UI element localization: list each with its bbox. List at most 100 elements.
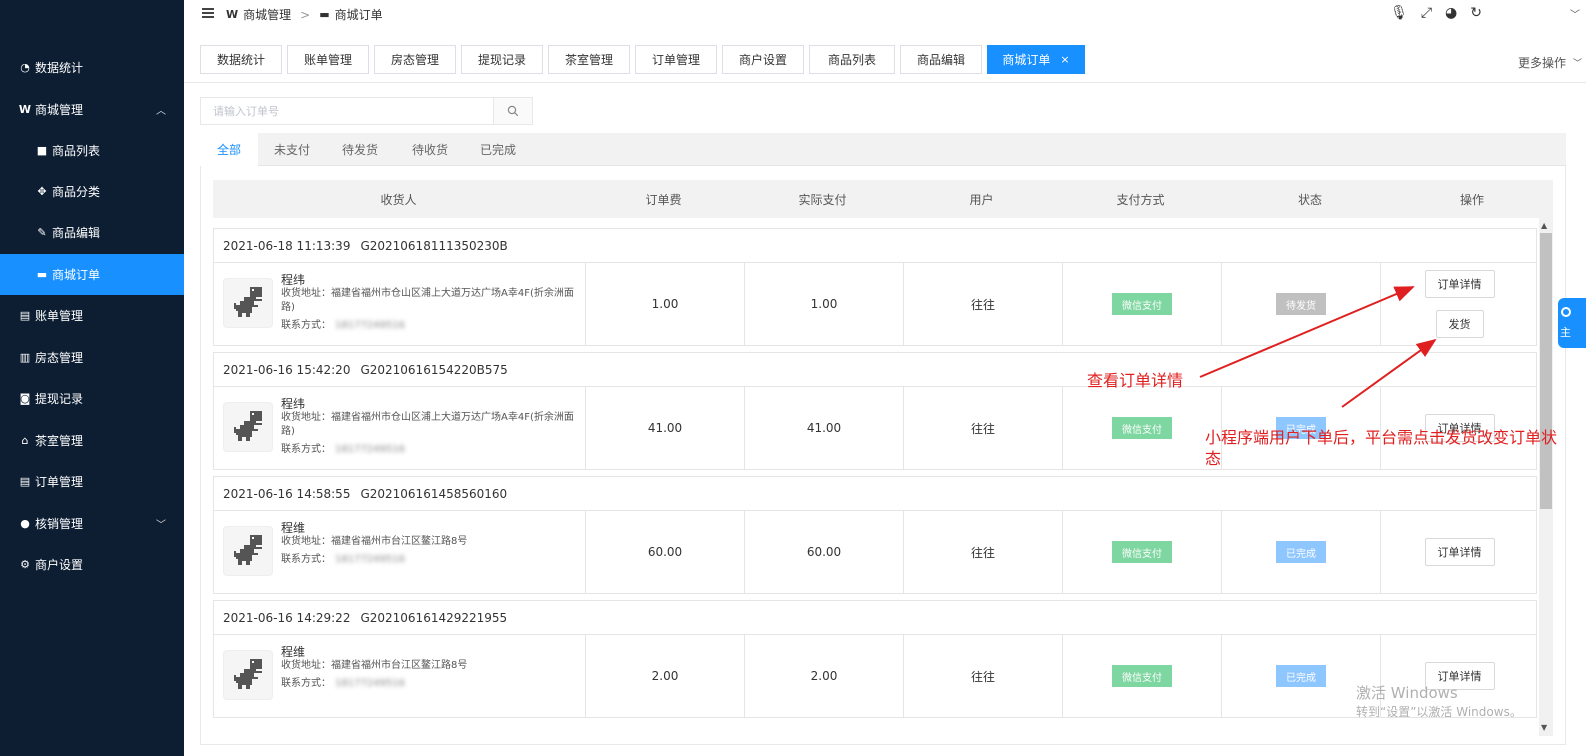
order-number: G202106161458560160 <box>360 486 508 501</box>
theme-palette-icon[interactable]: ◕ <box>1445 5 1457 21</box>
order-fee: 41.00 <box>585 387 744 469</box>
tab-room-status[interactable]: 房态管理 <box>374 45 456 74</box>
sidebar-item-mall-orders[interactable]: ▬ 商城订单 <box>0 254 184 295</box>
sidebar-item-bills[interactable]: ▤ 账单管理 <box>0 295 184 336</box>
tab-product-edit[interactable]: 商品编辑 <box>900 45 982 74</box>
sidebar-item-mall[interactable]: W 商城管理 ︿ <box>0 89 184 130</box>
table-header: 收货人 订单费 实际支付 用户 支付方式 状态 操作 <box>213 180 1553 218</box>
breadcrumb-separator: > <box>300 7 311 22</box>
shop-icon: W <box>18 103 32 116</box>
order-fee: 2.00 <box>585 635 744 717</box>
tab-withdrawals[interactable]: 提现记录 <box>461 45 543 74</box>
order-details-button[interactable]: 订单详情 <box>1424 270 1495 298</box>
tab-stats[interactable]: 数据统计 <box>200 45 282 74</box>
tab-orders[interactable]: 订单管理 <box>635 45 717 74</box>
tab-tearoom[interactable]: 茶室管理 <box>548 45 630 74</box>
status-tabs: 全部 未支付 待发货 待收货 已完成 <box>200 133 1566 166</box>
receiver-phone: 联系方式： 18177249516 <box>281 444 405 455</box>
receiver-info: 程维 收货地址：福建省福州市台江区鳌江路8号 联系方式： 18177249516 <box>281 521 581 567</box>
status-cell: 已完成 <box>1221 511 1380 593</box>
col-receiver: 收货人 <box>380 192 417 207</box>
order-datetime: 2021-06-16 14:58:55 <box>223 486 351 501</box>
dino-avatar-icon <box>223 650 273 700</box>
tab-product-list[interactable]: 商品列表 <box>809 45 895 74</box>
col-actual-paid: 实际支付 <box>798 192 847 207</box>
sidebar-item-orders[interactable]: ▤ 订单管理 <box>0 461 184 502</box>
sidebar-item-label: 数据统计 <box>35 61 84 75</box>
status-badge: 待发货 <box>1276 293 1326 315</box>
order-row: 2021-06-18 11:13:39 G20210618111350230B … <box>213 228 1537 346</box>
sidebar-item-product-edit[interactable]: ✎ 商品编辑 <box>0 212 184 253</box>
status-cell: 待发货 <box>1221 263 1380 345</box>
order-user: 往往 <box>903 635 1062 717</box>
order-user: 往往 <box>903 387 1062 469</box>
receiver-address: 收货地址：福建省福州市台江区鳌江路8号 <box>281 660 468 671</box>
status-badge: 已完成 <box>1276 541 1326 563</box>
order-card-icon: ▬ <box>319 8 330 21</box>
breadcrumb-mall[interactable]: 商城管理 <box>243 6 291 23</box>
sidebar: ◔ 数据统计 W 商城管理 ︿ ■ 商品列表 ✥ 商品分类 ✎ 商品编辑 ▬ 商… <box>0 0 184 756</box>
actual-paid: 2.00 <box>744 635 903 717</box>
divider <box>184 82 1586 83</box>
close-icon[interactable]: × <box>1060 53 1069 66</box>
refresh-icon[interactable]: ↻ <box>1470 5 1482 21</box>
actual-paid: 1.00 <box>744 263 903 345</box>
receiver-name: 程维 <box>281 645 306 659</box>
sidebar-item-verification[interactable]: ● 核销管理 ﹀ <box>0 503 184 544</box>
actions-cell: 订单详情 发货 <box>1380 263 1537 345</box>
search-button[interactable] <box>493 97 533 125</box>
order-number: G202106161429221955 <box>360 610 508 625</box>
receiver-name: 程纬 <box>281 273 306 287</box>
chevron-down-icon[interactable]: ﹀ <box>1570 6 1580 21</box>
dino-avatar-icon <box>223 402 273 452</box>
sidebar-item-merchant-settings[interactable]: ⚙ 商户设置 <box>0 544 184 585</box>
col-order-fee: 订单费 <box>645 192 682 207</box>
tab-merchant-settings[interactable]: 商户设置 <box>722 45 804 74</box>
side-float-tab[interactable]: 主 <box>1558 298 1586 348</box>
windows-activation-title: 激活 Windows <box>1356 684 1458 702</box>
ship-button[interactable]: 发货 <box>1435 310 1484 338</box>
pay-method-cell: 微信支付 <box>1062 635 1221 717</box>
chevron-down-icon[interactable]: ﹀ <box>1573 56 1582 69</box>
mute-mic-icon[interactable]: 🎙 <box>1390 5 1408 21</box>
status-tab-all[interactable]: 全部 <box>200 133 258 166</box>
status-tab-to-receive[interactable]: 待收货 <box>398 133 462 165</box>
fullscreen-icon[interactable]: ⤢ <box>1421 5 1432 21</box>
scroll-up-icon[interactable]: ▲ <box>1541 221 1547 230</box>
sidebar-item-withdrawals[interactable]: ◙ 提现记录 <box>0 378 184 419</box>
tab-label: 商城订单 <box>1002 53 1051 67</box>
actions-cell: 订单详情 <box>1380 511 1537 593</box>
scroll-down-icon[interactable]: ▼ <box>1541 723 1547 732</box>
list-icon: ▤ <box>19 475 31 488</box>
tab-bills[interactable]: 账单管理 <box>287 45 369 74</box>
receiver-info: 程纬 收货地址：福建省福州市仓山区浦上大道万达广场A幸4F(折余洲面路) 联系方… <box>281 397 581 457</box>
status-tab-completed[interactable]: 已完成 <box>466 133 530 165</box>
pay-method-badge: 微信支付 <box>1112 665 1172 687</box>
sidebar-item-label: 商品编辑 <box>52 226 101 240</box>
pay-method-cell: 微信支付 <box>1062 511 1221 593</box>
pay-method-badge: 微信支付 <box>1112 293 1172 315</box>
status-tab-to-ship[interactable]: 待发货 <box>328 133 392 165</box>
order-header: 2021-06-16 14:29:22 G202106161429221955 <box>214 601 1536 635</box>
sidebar-item-room-status[interactable]: ▥ 房态管理 <box>0 337 184 378</box>
receiver-address: 收货地址：福建省福州市仓山区浦上大道万达广场A幸4F(折余洲面路) <box>281 412 574 437</box>
order-fee: 1.00 <box>585 263 744 345</box>
sidebar-item-tearoom[interactable]: ⌂ 茶室管理 <box>0 420 184 461</box>
menu-toggle-icon[interactable] <box>202 8 214 20</box>
order-search-input[interactable] <box>200 97 494 125</box>
order-details-button[interactable]: 订单详情 <box>1424 538 1495 566</box>
status-tab-unpaid[interactable]: 未支付 <box>260 133 324 165</box>
receiver-info: 程纬 收货地址：福建省福州市仓山区浦上大道万达广场A幸4F(折余洲面路) 联系方… <box>281 273 581 333</box>
more-operations[interactable]: 更多操作 <box>1518 54 1566 71</box>
order-user: 往往 <box>903 511 1062 593</box>
order-number: G20210616154220B575 <box>360 362 508 377</box>
sidebar-item-product-category[interactable]: ✥ 商品分类 <box>0 171 184 212</box>
shop-icon: W <box>226 8 239 21</box>
order-card-icon: ▬ <box>36 268 48 281</box>
dashboard-icon: ◔ <box>20 61 30 74</box>
sidebar-item-label: 房态管理 <box>35 351 84 365</box>
sidebar-item-product-list[interactable]: ■ 商品列表 <box>0 130 184 171</box>
col-user: 用户 <box>969 192 994 207</box>
tab-mall-orders[interactable]: 商城订单 × <box>987 45 1085 74</box>
sidebar-item-stats[interactable]: ◔ 数据统计 <box>0 47 184 88</box>
